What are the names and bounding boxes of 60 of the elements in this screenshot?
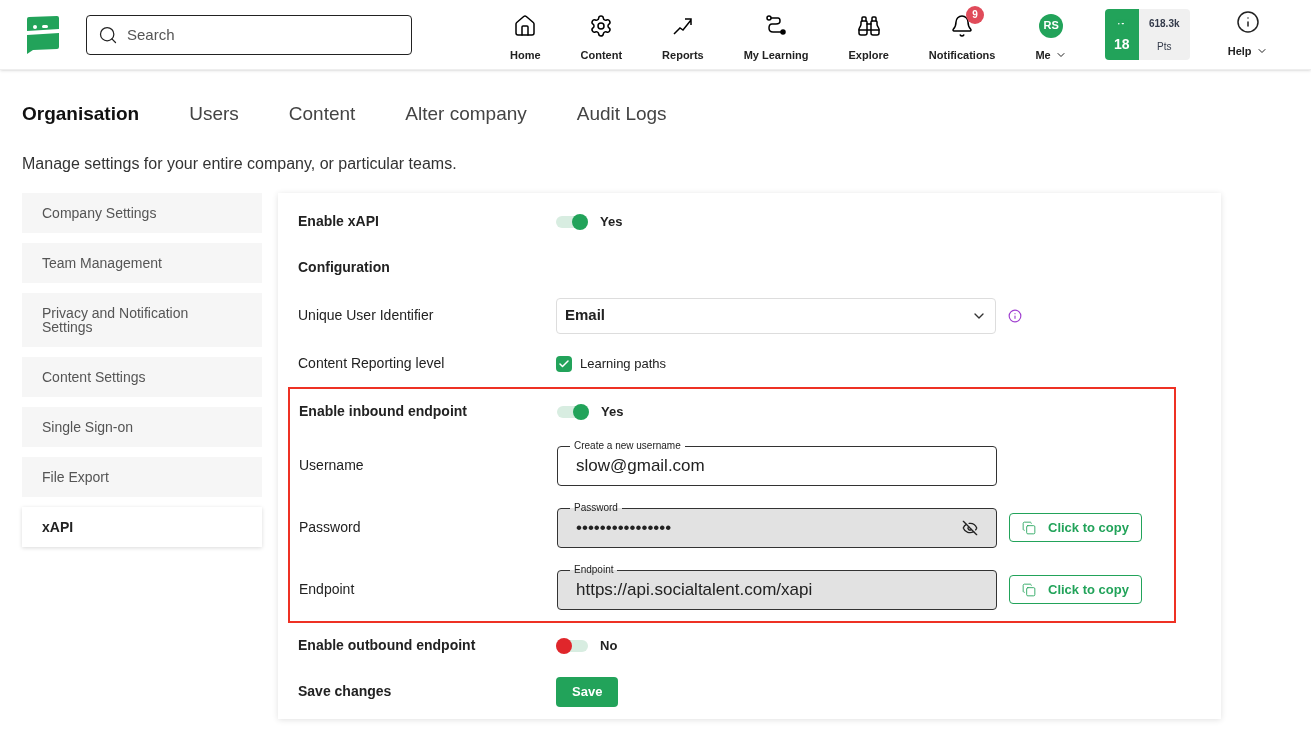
field-value: slow@gmail.com — [576, 454, 706, 477]
setting-label: Enable outbound endpoint — [298, 636, 477, 655]
setting-label: Unique User Identifier — [298, 306, 435, 325]
checkbox-label: Learning paths — [580, 354, 666, 373]
level-number: 18 — [1113, 36, 1130, 51]
tab[interactable]: Organisation — [22, 100, 140, 129]
tab[interactable]: Alter company — [405, 100, 527, 129]
nav-item[interactable]: Reports — [642, 5, 724, 64]
checkbox[interactable] — [556, 355, 572, 372]
sidebar-item[interactable]: Team Management — [22, 242, 262, 283]
nav-item[interactable]: Home — [490, 5, 561, 64]
sidebar-item[interactable]: Single Sign-on — [22, 406, 262, 447]
path-icon — [764, 13, 789, 38]
setting-label: Content Reporting level — [298, 354, 446, 373]
search-field[interactable]: Search — [86, 14, 412, 55]
home-icon — [513, 13, 538, 38]
info-icon[interactable] — [1008, 308, 1022, 323]
notification-badge: 9 — [966, 5, 985, 24]
setting-label: Username — [299, 456, 365, 475]
setting-label: Enable inbound endpoint — [299, 402, 468, 421]
field-value: •••••••••••••••• — [576, 516, 673, 539]
setting-label: Password — [299, 518, 362, 537]
toggle-text: No — [600, 636, 618, 655]
settings-icon — [589, 13, 614, 38]
nav-item[interactable]: Explore — [828, 5, 909, 64]
sidebar-item[interactable]: xAPI — [22, 506, 262, 547]
tab[interactable]: Content — [288, 100, 356, 129]
page-subtitle: Manage settings for your entire company, or particular teams. — [21, 153, 458, 174]
field-label: Endpoint — [570, 562, 618, 577]
sidebar-item[interactable]: Privacy and Notification Settings — [22, 292, 262, 347]
tab[interactable]: Audit Logs — [576, 100, 667, 129]
setting-label: Configuration — [298, 258, 391, 277]
toggle-switch[interactable] — [556, 213, 588, 230]
sidebar-item[interactable]: Content Settings — [22, 356, 262, 397]
toggle-text: Yes — [600, 212, 623, 231]
help-menu[interactable]: Help — [1227, 9, 1268, 60]
sidebar-item[interactable]: File Export — [22, 456, 262, 497]
points-unit: Pts — [1157, 39, 1172, 54]
nav-item[interactable]: RS Me — [1015, 5, 1087, 64]
toggle-text: Yes — [601, 402, 624, 421]
tab[interactable]: Users — [189, 100, 239, 129]
binoculars-icon — [856, 13, 881, 38]
sidebar-item[interactable]: Company Settings — [22, 192, 262, 233]
check-icon — [558, 357, 570, 370]
points-score: 618.3k — [1148, 16, 1180, 31]
search-icon — [98, 24, 118, 45]
toggle-switch[interactable] — [556, 637, 588, 654]
setting-label: Save changes — [298, 682, 393, 701]
copy-icon — [1022, 520, 1036, 535]
nav-item[interactable]: 9 Notifications — [908, 5, 1016, 64]
hidden-eye-icon[interactable] — [962, 519, 978, 536]
copy-icon — [1022, 582, 1036, 597]
nav-item[interactable]: My Learning — [723, 5, 829, 64]
info-icon — [1235, 9, 1260, 34]
nav-item[interactable]: Content — [560, 5, 643, 64]
setting-label: Endpoint — [299, 580, 356, 599]
setting-label: Enable xAPI — [298, 212, 380, 231]
field-value: https://api.socialtalent.com/xapi — [576, 578, 814, 601]
select-field[interactable]: Email — [556, 297, 996, 334]
toggle-switch[interactable] — [557, 403, 589, 420]
